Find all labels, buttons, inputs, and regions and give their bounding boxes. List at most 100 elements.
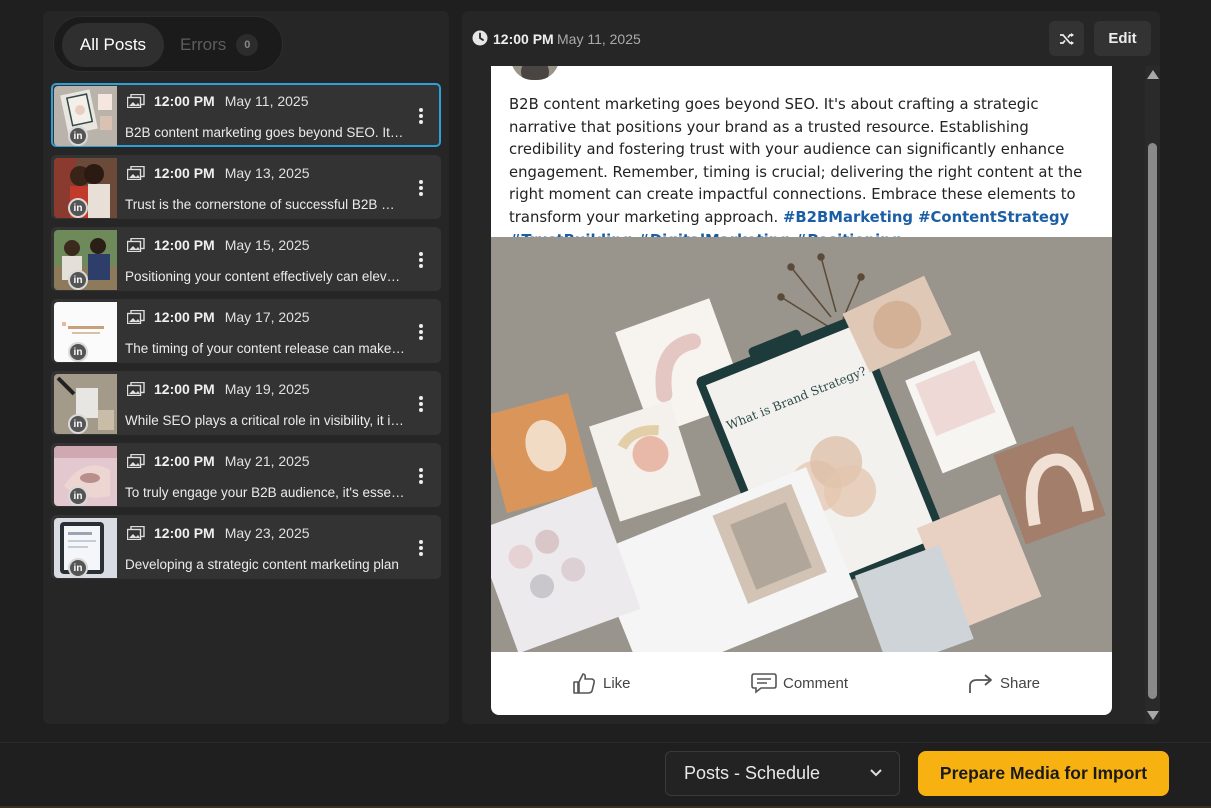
post-meta: 12:00 PM May 19, 2025 [127,381,310,397]
linkedin-icon: in [68,486,88,506]
post-image: What is Brand Strategy? [491,237,1112,652]
post-snippet: The timing of your content release can m… [125,341,405,356]
post-time: 12:00 PM [154,93,215,109]
post-date: May 19, 2025 [224,381,310,397]
shuffle-button[interactable] [1049,21,1084,56]
post-thumbnail: in [54,230,117,290]
image-stack-icon [127,310,145,324]
post-thumbnail: in [54,302,117,362]
chevron-down-icon [870,769,882,777]
more-options-icon[interactable] [415,251,427,269]
post-item[interactable]: in 12:00 PM May 13, 2025 Trust is the co… [51,155,441,219]
post-date: May 15, 2025 [224,237,310,253]
post-item[interactable]: in 12:00 PM May 11, 2025 B2B content mar… [51,83,441,147]
post-preview-panel: 12:00 PM May 11, 2025 Edit B2B content m… [462,11,1160,724]
image-stack-icon [127,526,145,540]
post-thumbnail: in [54,518,117,578]
linkedin-icon: in [68,558,88,578]
post-snippet: To truly engage your B2B audience, it's … [125,485,405,500]
post-date: May 21, 2025 [224,453,310,469]
linkedin-icon: in [68,414,88,434]
post-time: 12:00 PM [154,237,215,253]
post-time: 12:00 PM [154,525,215,541]
like-button[interactable]: Like [573,672,631,694]
posts-mode-value: Posts - Schedule [684,763,821,783]
post-item[interactable]: in 12:00 PM May 15, 2025 Positioning you… [51,227,441,291]
post-thumbnail: in [54,374,117,434]
tab-errors-label: Errors [180,35,227,54]
post-date: May 23, 2025 [224,525,310,541]
post-item[interactable]: in 12:00 PM May 19, 2025 While SEO plays… [51,371,441,435]
more-options-icon[interactable] [415,395,427,413]
like-label: Like [603,674,631,692]
preview-date: May 11, 2025 [557,31,641,47]
scroll-up-arrow[interactable] [1147,70,1159,79]
posts-mode-select[interactable]: Posts - Schedule [665,751,900,796]
share-label: Share [1000,674,1041,692]
post-filter-tabs: All Posts Errors 0 [53,16,283,72]
post-snippet: Positioning your content effectively can… [125,269,405,284]
image-stack-icon [127,382,145,396]
edit-button[interactable]: Edit [1094,21,1151,56]
post-body: B2B content marketing goes beyond SEO. I… [509,94,1101,252]
prepare-media-button[interactable]: Prepare Media for Import [918,751,1169,796]
image-stack-icon [127,166,145,180]
share-button[interactable]: Share [968,672,1040,694]
image-stack-icon [127,454,145,468]
post-date: May 11, 2025 [224,93,309,109]
linkedin-icon: in [68,126,88,146]
author-avatar [511,66,559,80]
linkedin-post-preview: B2B content marketing goes beyond SEO. I… [491,66,1112,715]
post-item[interactable]: in 12:00 PM May 17, 2025 The timing of y… [51,299,441,363]
scrollbar-thumb[interactable] [1148,143,1157,699]
post-actions-bar: Like Comment Share [491,652,1112,715]
post-meta: 12:00 PM May 23, 2025 [127,525,310,541]
share-icon [969,674,992,693]
preview-header: 12:00 PM May 11, 2025 Edit [462,11,1160,66]
shuffle-icon [1059,32,1074,45]
clock-icon [472,30,488,46]
tab-all-posts[interactable]: All Posts [62,23,164,67]
linkedin-icon: in [68,342,88,362]
post-thumbnail: in [54,446,117,506]
post-list-panel: All Posts Errors 0 in 12:00 PM May 11, 2… [43,11,449,724]
image-stack-icon [127,94,145,108]
post-snippet: While SEO plays a critical role in visib… [125,413,405,428]
post-item[interactable]: in 12:00 PM May 23, 2025 Developing a st… [51,515,441,579]
comment-label: Comment [783,674,849,692]
image-stack-icon [127,238,145,252]
post-time: 12:00 PM [154,381,215,397]
errors-count-badge: 0 [236,34,259,56]
comment-icon [751,673,777,694]
comment-button[interactable]: Comment [751,672,848,694]
post-time: 12:00 PM [154,309,215,325]
more-options-icon[interactable] [415,179,427,197]
more-options-icon[interactable] [415,467,427,485]
post-body-text: B2B content marketing goes beyond SEO. I… [509,96,1083,226]
post-snippet: Trust is the cornerstone of successful B… [125,197,405,212]
post-thumbnail: in [54,158,117,218]
post-list: in 12:00 PM May 11, 2025 B2B content mar… [51,83,441,587]
post-snippet: B2B content marketing goes beyond SEO. I… [125,125,405,140]
more-options-icon[interactable] [415,107,427,125]
post-meta: 12:00 PM May 17, 2025 [127,309,310,325]
post-thumbnail: in [54,86,117,146]
more-options-icon[interactable] [415,539,427,557]
post-date: May 17, 2025 [224,309,310,325]
footer-bar: Posts - Schedule Prepare Media for Impor… [0,742,1211,808]
post-meta: 12:00 PM May 15, 2025 [127,237,310,253]
post-time: 12:00 PM [154,453,215,469]
post-meta: 12:00 PM May 13, 2025 [127,165,310,181]
preview-time: 12:00 PM [493,31,554,47]
tab-errors[interactable]: Errors 0 [180,23,259,67]
scroll-down-arrow[interactable] [1147,711,1159,720]
more-options-icon[interactable] [415,323,427,341]
post-time: 12:00 PM [154,165,215,181]
post-item[interactable]: in 12:00 PM May 21, 2025 To truly engage… [51,443,441,507]
post-date: May 13, 2025 [224,165,310,181]
post-snippet: Developing a strategic content marketing… [125,557,399,572]
preview-scrollbar[interactable] [1145,66,1160,724]
post-meta: 12:00 PM May 11, 2025 [127,93,309,109]
linkedin-icon: in [68,198,88,218]
linkedin-icon: in [68,270,88,290]
